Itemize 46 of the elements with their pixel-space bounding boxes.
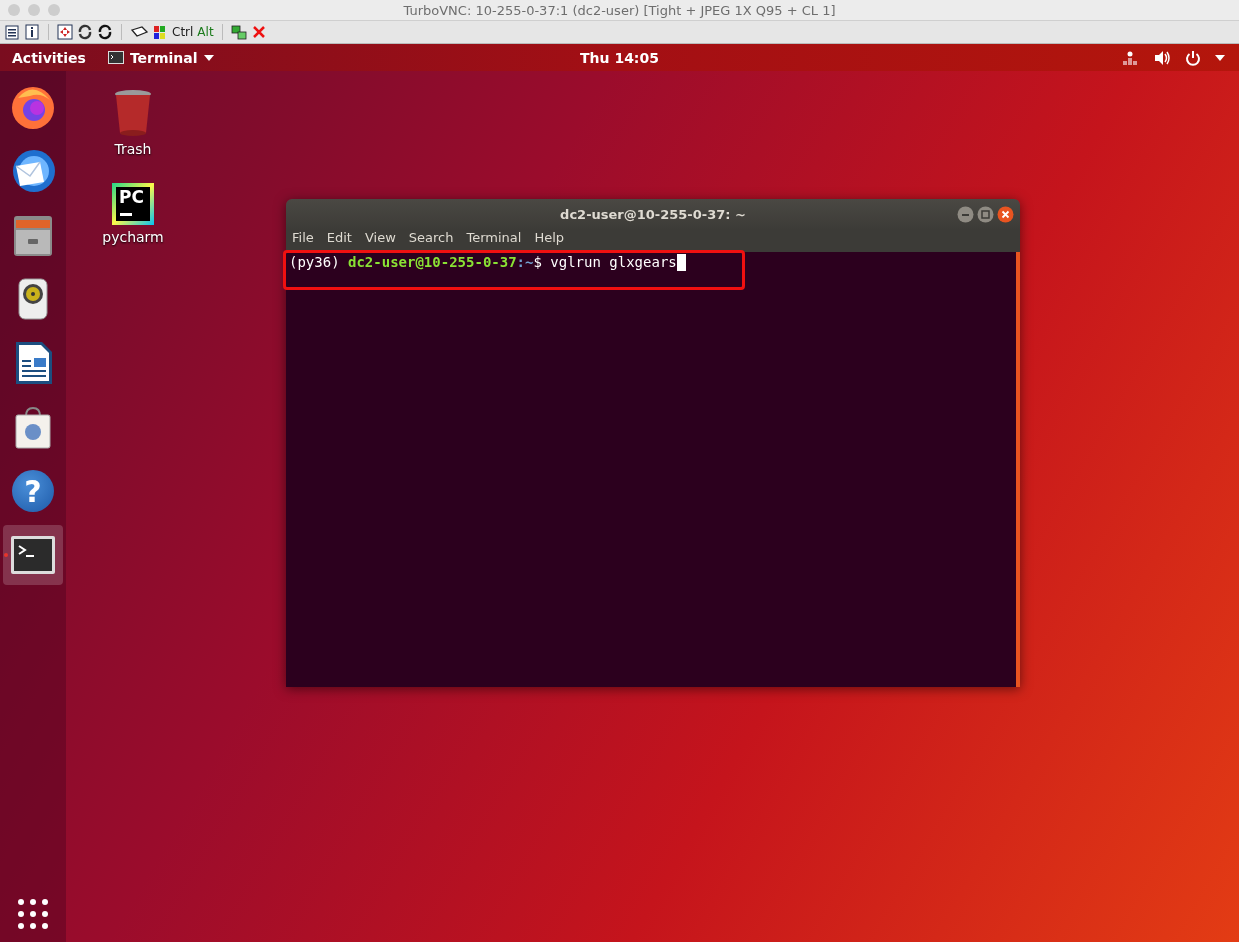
close-button[interactable]	[997, 206, 1014, 223]
menu-item[interactable]: File	[292, 230, 314, 246]
menu-item[interactable]: Help	[534, 230, 565, 246]
trash-icon	[113, 89, 153, 137]
refresh-icon[interactable]	[77, 24, 93, 40]
menu-item[interactable]: View	[364, 230, 396, 246]
menu-item[interactable]: Search	[408, 230, 454, 246]
clock[interactable]: Thu 14:05	[580, 49, 659, 66]
network-icon[interactable]	[1121, 49, 1139, 66]
power-icon[interactable]	[1185, 49, 1201, 66]
desktop-icon-label[interactable]: Trash	[114, 141, 152, 157]
desktop-icon-label[interactable]: pycharm	[102, 229, 164, 245]
prompt-env: (py36)	[289, 254, 341, 271]
help-icon: ?	[12, 470, 54, 512]
refresh-icon[interactable]	[97, 24, 113, 40]
modifier-key-button[interactable]: Alt	[197, 25, 214, 39]
caret-icon[interactable]	[1215, 54, 1225, 61]
dock-item[interactable]	[3, 525, 63, 585]
caret-icon[interactable]	[203, 54, 214, 61]
prompt-user-host: dc2-user@10-255-0-37	[348, 254, 517, 271]
clipboard-icon[interactable]	[4, 24, 20, 40]
window-title: TurboVNC: 10-255-0-37:1 (dc2-user) [Tight + JPEG 1X Q95 + CL 1]	[403, 2, 836, 18]
modifier-key-button[interactable]: Ctrl	[172, 25, 194, 39]
info-icon[interactable]	[24, 24, 40, 40]
terminal-icon	[10, 535, 56, 575]
text-cursor	[676, 254, 686, 271]
command-text: vglrun glxgears	[550, 254, 677, 271]
prompt-path: :~	[516, 254, 534, 271]
transfer-icon[interactable]	[230, 24, 247, 40]
firefox-icon	[10, 84, 56, 130]
dock-item[interactable]: ?	[3, 461, 63, 521]
menu-item[interactable]: Terminal	[466, 230, 522, 246]
menu-item[interactable]: Edit	[326, 230, 352, 246]
minimize-button[interactable]	[957, 206, 974, 223]
pycharm-icon: PC	[112, 183, 154, 225]
prompt-symbol: $	[533, 254, 543, 271]
envelope-bird-icon	[10, 148, 56, 194]
disconnect-icon[interactable]	[250, 24, 267, 40]
show-apps-icon[interactable]	[17, 898, 49, 930]
window-title: dc2-user@10-255-0-37: ~	[560, 207, 746, 222]
terminal-icon	[107, 51, 124, 64]
windows-logo-icon[interactable]	[152, 24, 168, 40]
activities-button[interactable]: Activities	[0, 49, 98, 66]
app-menu[interactable]: Terminal	[129, 49, 198, 66]
volume-icon[interactable]	[1153, 49, 1171, 66]
fullscreen-icon[interactable]	[57, 24, 73, 40]
